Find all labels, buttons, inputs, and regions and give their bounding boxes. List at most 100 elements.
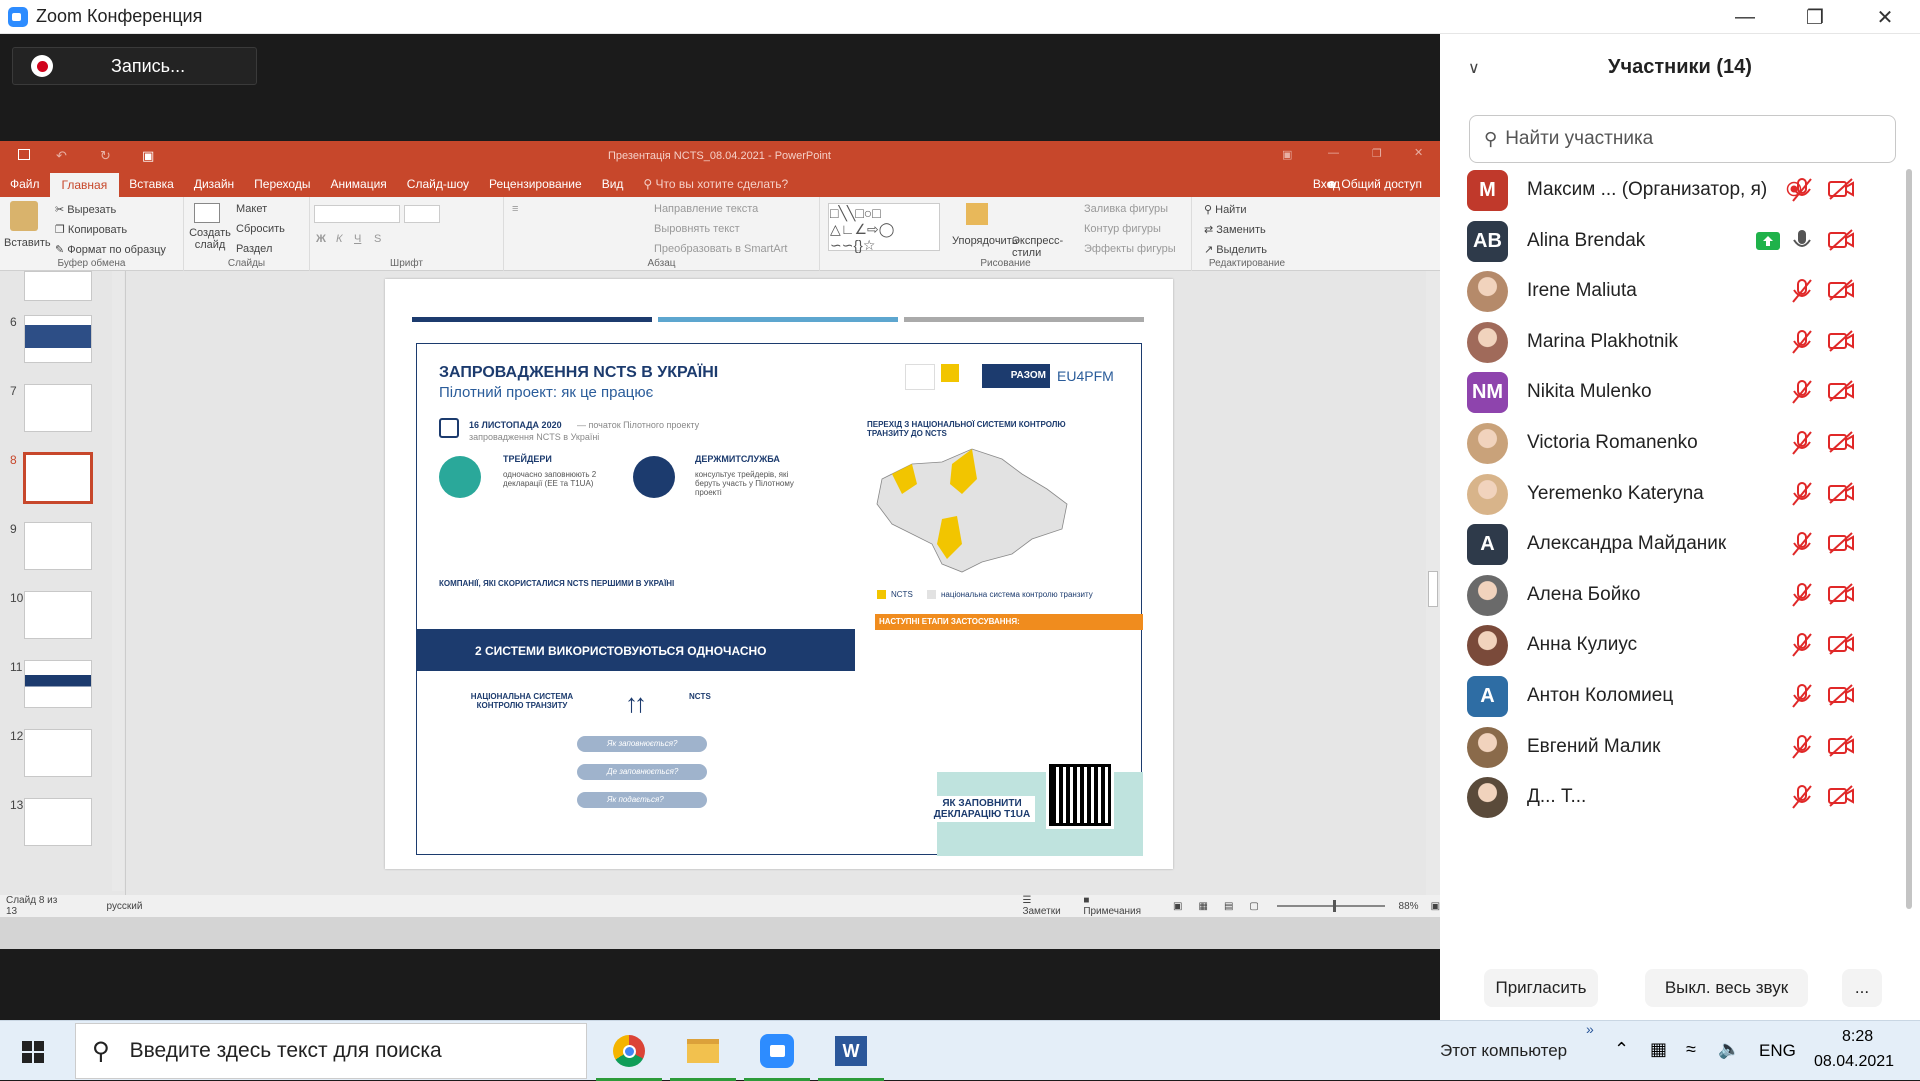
tab-slideshow[interactable]: Слайд-шоу: [397, 177, 479, 197]
tab-view[interactable]: Вид: [592, 177, 634, 197]
tab-design[interactable]: Дизайн: [184, 177, 244, 197]
slide-thumbnail-13[interactable]: [24, 798, 92, 846]
language-indicator[interactable]: русский: [107, 901, 143, 912]
new-slide-button[interactable]: Создать слайд: [188, 227, 232, 251]
video-off-icon[interactable]: [1827, 278, 1855, 304]
restore-button[interactable]: ❐: [1780, 0, 1850, 34]
ribbon-display-icon[interactable]: ▣: [1282, 148, 1292, 161]
reading-view-icon[interactable]: ▤: [1224, 901, 1233, 912]
undo-icon[interactable]: ↶: [56, 148, 67, 164]
sorter-view-icon[interactable]: ▦: [1199, 901, 1208, 912]
video-off-icon[interactable]: [1827, 481, 1855, 507]
video-off-icon[interactable]: [1827, 582, 1855, 608]
clock-date[interactable]: 08.04.2021: [1814, 1053, 1894, 1071]
volume-icon[interactable]: 🔈: [1718, 1039, 1740, 1060]
tab-home[interactable]: Главная: [49, 173, 120, 197]
zoom-slider-thumb[interactable]: [1332, 900, 1336, 912]
select-button[interactable]: ↗ Выделить: [1204, 243, 1267, 256]
align-text-button[interactable]: Выровнять текст: [654, 223, 740, 235]
scroll-thumb[interactable]: [1428, 571, 1438, 607]
text-direction-button[interactable]: Направление текста: [654, 203, 758, 215]
redo-icon[interactable]: ↻: [100, 148, 111, 164]
language-indicator[interactable]: ENG: [1759, 1041, 1796, 1061]
video-off-icon[interactable]: [1827, 329, 1855, 355]
ppt-restore-icon[interactable]: ❐: [1372, 147, 1382, 160]
arrange-icon[interactable]: [966, 203, 988, 225]
tell-me-box[interactable]: ⚲ Что вы хотите сделать?: [633, 177, 798, 197]
video-off-icon[interactable]: [1827, 228, 1855, 254]
close-button[interactable]: ✕: [1850, 0, 1920, 34]
replace-button[interactable]: ⇄ Заменить: [1204, 223, 1266, 236]
section-button[interactable]: Раздел: [236, 243, 272, 255]
muted-mic-icon[interactable]: [1790, 177, 1818, 203]
fit-slide-icon[interactable]: ▣: [1431, 901, 1440, 912]
smartart-button[interactable]: Преобразовать в SmartArt: [654, 243, 787, 255]
video-off-icon[interactable]: [1827, 683, 1855, 709]
new-slide-icon[interactable]: [194, 203, 220, 223]
quick-styles-button[interactable]: Экспресс-стили: [1012, 235, 1063, 259]
file-explorer-app[interactable]: [666, 1021, 740, 1081]
copy-button[interactable]: ❐ Копировать: [55, 223, 127, 236]
microphone-icon[interactable]: [1790, 228, 1818, 254]
muted-mic-icon[interactable]: [1790, 632, 1818, 658]
paste-icon[interactable]: [10, 201, 38, 231]
muted-mic-icon[interactable]: [1790, 329, 1818, 355]
this-pc-toolbar[interactable]: Этот компьютер: [1440, 1041, 1567, 1061]
shape-outline-button[interactable]: Контур фигуры: [1084, 223, 1161, 235]
shadow-button[interactable]: S: [374, 233, 381, 245]
muted-mic-icon[interactable]: [1790, 430, 1818, 456]
word-app[interactable]: W: [814, 1021, 888, 1081]
slide-thumbnail-6[interactable]: [24, 315, 92, 363]
comments-button[interactable]: ■ Примечания: [1083, 895, 1143, 917]
muted-mic-icon[interactable]: [1790, 683, 1818, 709]
slide-vertical-scrollbar[interactable]: [1426, 271, 1440, 895]
paste-button[interactable]: Вставить: [4, 237, 51, 249]
wifi-icon[interactable]: ≈: [1686, 1039, 1696, 1060]
find-button[interactable]: ⚲ Найти: [1204, 203, 1247, 216]
italic-button[interactable]: К: [336, 233, 342, 245]
video-off-icon[interactable]: [1827, 379, 1855, 405]
shapes-gallery[interactable]: □╲╲□○□ △∟∠⇨◯ ∽∽{}☆: [828, 203, 940, 253]
participants-scrollbar[interactable]: [1906, 169, 1912, 909]
shape-fill-button[interactable]: Заливка фигуры: [1084, 203, 1168, 215]
recording-indicator[interactable]: Запись...: [12, 47, 257, 85]
muted-mic-icon[interactable]: [1790, 582, 1818, 608]
video-off-icon[interactable]: [1827, 632, 1855, 658]
thumbs-scrollbar[interactable]: [112, 271, 124, 891]
format-painter-button[interactable]: ✎ Формат по образцу: [55, 243, 166, 256]
muted-mic-icon[interactable]: [1790, 734, 1818, 760]
notes-button[interactable]: ☰ Заметки: [1022, 895, 1067, 917]
tray-chevron-icon[interactable]: ⌃: [1614, 1039, 1629, 1060]
font-family-select[interactable]: [314, 205, 400, 223]
slide-thumbnail-9[interactable]: [24, 522, 92, 570]
cut-button[interactable]: ✂ Вырезать: [55, 203, 116, 216]
video-off-icon[interactable]: [1827, 430, 1855, 456]
ppt-close-icon[interactable]: ✕: [1414, 146, 1423, 159]
taskbar-search-box[interactable]: ⚲ Введите здесь текст для поиска: [75, 1023, 587, 1079]
mute-all-button[interactable]: Выкл. весь звук: [1645, 969, 1808, 1007]
bold-button[interactable]: Ж: [316, 233, 326, 245]
normal-view-icon[interactable]: ▣: [1173, 901, 1182, 912]
video-off-icon[interactable]: [1827, 784, 1855, 810]
tablet-icon[interactable]: ▦: [1650, 1039, 1667, 1060]
share-button[interactable]: ☻ Общий доступ: [1325, 177, 1422, 191]
font-size-select[interactable]: [404, 205, 440, 223]
slideshow-view-icon[interactable]: ▢: [1249, 901, 1258, 912]
ppt-minimize-icon[interactable]: —: [1328, 147, 1339, 159]
muted-mic-icon[interactable]: [1790, 531, 1818, 557]
slide-thumbnail-5[interactable]: [24, 271, 92, 301]
slide-thumbnail-8[interactable]: [23, 452, 93, 504]
reset-button[interactable]: Сбросить: [236, 223, 285, 235]
qr-code[interactable]: [1046, 761, 1114, 829]
windows-start-icon[interactable]: [22, 1041, 44, 1063]
tab-review[interactable]: Рецензирование: [479, 177, 592, 197]
underline-button[interactable]: Ч: [354, 233, 361, 245]
muted-mic-icon[interactable]: [1790, 784, 1818, 810]
participant-search-input[interactable]: ⚲ Найти участника: [1469, 115, 1896, 163]
shape-effects-button[interactable]: Эффекты фигуры: [1084, 243, 1176, 255]
slide-thumbnail-12[interactable]: [24, 729, 92, 777]
zoom-slider[interactable]: [1276, 900, 1385, 912]
video-off-icon[interactable]: [1827, 531, 1855, 557]
more-button[interactable]: ...: [1842, 969, 1882, 1007]
tab-animations[interactable]: Анимация: [320, 177, 396, 197]
